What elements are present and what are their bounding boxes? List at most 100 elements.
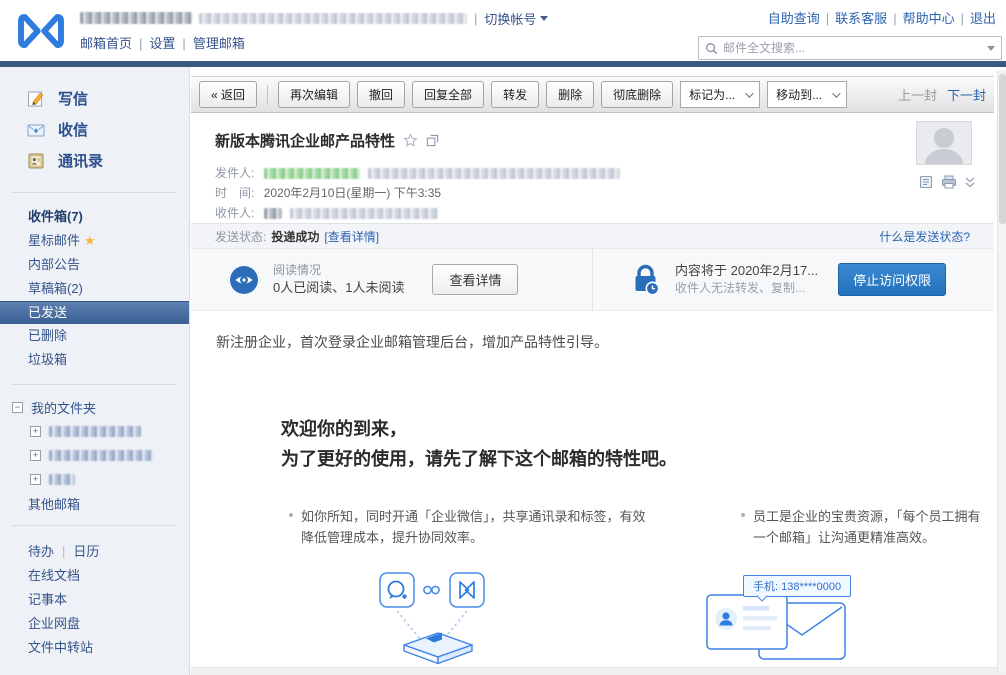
tree-expand-icon[interactable]: + [30,426,41,437]
next-mail-link[interactable]: 下一封 [947,88,986,103]
tree-collapse-icon[interactable]: − [12,402,23,413]
switch-account-link[interactable]: 切换帐号 [484,9,548,28]
star-outline-icon[interactable] [403,133,418,148]
open-in-new-window-icon[interactable] [426,134,439,147]
forward-button[interactable]: 转发 [491,81,539,108]
welcome-line1: 欢迎你的到来， [281,414,677,444]
my-folders-tree: − 我的文件夹 + + + 其他邮箱 [0,391,189,519]
sidebar-folder-spam[interactable]: 垃圾箱 [0,348,189,372]
mail-info-panels: 阅读情况 0人已阅读、1人未阅读 查看详情 内容将于 2020年2月17... … [191,249,994,311]
delete-button[interactable]: 删除 [546,81,594,108]
sidebar-divider [12,384,177,385]
link-contact-support[interactable]: 联系客服 [820,11,887,26]
view-source-icon[interactable] [919,175,934,189]
exmail-logo[interactable] [14,9,68,53]
sidebar-enterprise-disk[interactable]: 企业网盘 [0,612,189,636]
sidebar-tools: 待办 | 日历 在线文档 记事本 企业网盘 文件中转站 [0,532,189,668]
exmail-app: | 切换帐号 邮箱首页设置管理邮箱 自助查询联系客服帮助中心退出 [0,0,1006,675]
print-icon[interactable] [941,175,957,189]
collapse-header-icon[interactable] [964,176,976,189]
nav-mail-home[interactable]: 邮箱首页 [80,36,132,51]
delete-forever-button[interactable]: 彻底删除 [601,81,673,108]
wecom-sync-illustration [366,569,498,672]
status-detail-link[interactable]: [查看详情] [324,228,379,245]
link-logout[interactable]: 退出 [955,11,996,26]
sidebar-calendar[interactable]: 日历 [73,544,99,559]
sidebar-folder-announcements[interactable]: 内部公告 [0,253,189,277]
account-area: | 切换帐号 邮箱首页设置管理邮箱 [80,10,548,52]
separator: | [474,11,477,26]
scrollbar-thumb[interactable] [999,74,1006,224]
view-read-details-button[interactable]: 查看详情 [432,264,518,295]
sidebar-my-folders[interactable]: − 我的文件夹 [0,395,189,419]
previous-mail-link: 上一封 [898,88,937,103]
mail-header: 新版本腾讯企业邮产品特性 发件人: 时 间: 2020年2月10日(星期一) [191,113,1006,223]
nav-admin[interactable]: 管理邮箱 [175,36,244,51]
stop-access-button[interactable]: 停止访问权限 [838,263,946,296]
sidebar-custom-folder[interactable]: + [0,419,189,443]
star-icon: ★ [84,233,96,248]
header: | 切换帐号 邮箱首页设置管理邮箱 自助查询联系客服帮助中心退出 [0,0,1006,61]
read-status-panel: 阅读情况 0人已阅读、1人未阅读 查看详情 [191,249,593,310]
body-intro-text: 新注册企业，首次登录企业邮箱管理后台，增加产品特性引导。 [216,332,608,352]
separator: | [62,544,65,559]
move-to-dropdown[interactable]: 移动到... [767,81,847,108]
bullet-dot [741,513,745,517]
link-help-center[interactable]: 帮助中心 [887,11,954,26]
sidebar-file-transfer[interactable]: 文件中转站 [0,636,189,660]
sidebar-folder-sent[interactable]: 已发送 [0,301,189,324]
reply-all-button[interactable]: 回复全部 [412,81,484,108]
sidebar-custom-folder[interactable]: + [0,443,189,467]
other-mailbox-label: 其他邮箱 [28,494,80,513]
recall-button[interactable]: 撤回 [357,81,405,108]
sidebar-receive[interactable]: 收信 [26,114,189,145]
sidebar-folder-drafts[interactable]: 草稿箱(2) [0,277,189,301]
recipient-email-redacted [290,208,438,219]
chevron-down-icon [540,16,548,21]
mark-as-dropdown[interactable]: 标记为... [680,81,760,108]
switch-account-label: 切换帐号 [484,9,536,28]
time-label: 时 间: [215,186,254,200]
welcome-line2: 为了更好的使用，请先了解下这个邮箱的特性吧。 [281,444,677,474]
status-value: 投递成功 [271,228,319,245]
account-email-redacted [199,13,467,24]
tree-expand-icon[interactable]: + [30,474,41,485]
chevron-down-icon [832,89,840,97]
expiry-line1: 内容将于 2020年2月17... [675,262,818,280]
search-input[interactable] [723,41,987,55]
sender-name-redacted [264,168,360,179]
sidebar-contacts[interactable]: 通讯录 [26,145,189,176]
status-help-link[interactable]: 什么是发送状态? [879,228,970,245]
sender-avatar [916,121,972,165]
link-self-service[interactable]: 自助查询 [768,11,820,26]
nav-settings[interactable]: 设置 [132,36,175,51]
account-name-redacted [80,12,192,24]
vertical-scrollbar[interactable] [997,70,1006,672]
folder-name-redacted [49,426,141,437]
sidebar-todo[interactable]: 待办 [28,544,54,559]
toolbar-separator [267,85,268,105]
bottom-strip [191,667,1006,675]
contact-card-illustration: 手机: 138****0000 [701,579,853,672]
mark-as-label: 标记为... [689,86,735,103]
read-status-title: 阅读情况 [273,262,404,279]
sidebar-receive-label: 收信 [58,119,88,140]
tree-expand-icon[interactable]: + [30,450,41,461]
sidebar-folder-inbox[interactable]: 收件箱(7) [0,205,189,229]
access-expiry-panel: 内容将于 2020年2月17... 收件人无法转发、复制... 停止访问权限 [593,249,994,310]
sidebar-notebook[interactable]: 记事本 [0,588,189,612]
sidebar-folder-starred[interactable]: 星标邮件★ [0,229,189,253]
sidebar-online-docs[interactable]: 在线文档 [0,564,189,588]
back-button[interactable]: « 返回 [199,81,257,108]
header-nav: 邮箱首页设置管理邮箱 [80,33,548,52]
search-dropdown-arrow[interactable] [987,46,995,51]
search-box [698,36,1002,60]
move-to-label: 移动到... [776,86,822,103]
phone-tooltip: 手机: 138****0000 [743,575,851,597]
sidebar-custom-folder[interactable]: + [0,467,189,491]
folder-name-redacted [49,474,75,485]
sidebar-compose[interactable]: 写信 [26,83,189,114]
sidebar-folder-deleted[interactable]: 已删除 [0,324,189,348]
sidebar-other-mailbox[interactable]: 其他邮箱 [0,491,189,515]
edit-again-button[interactable]: 再次编辑 [278,81,350,108]
